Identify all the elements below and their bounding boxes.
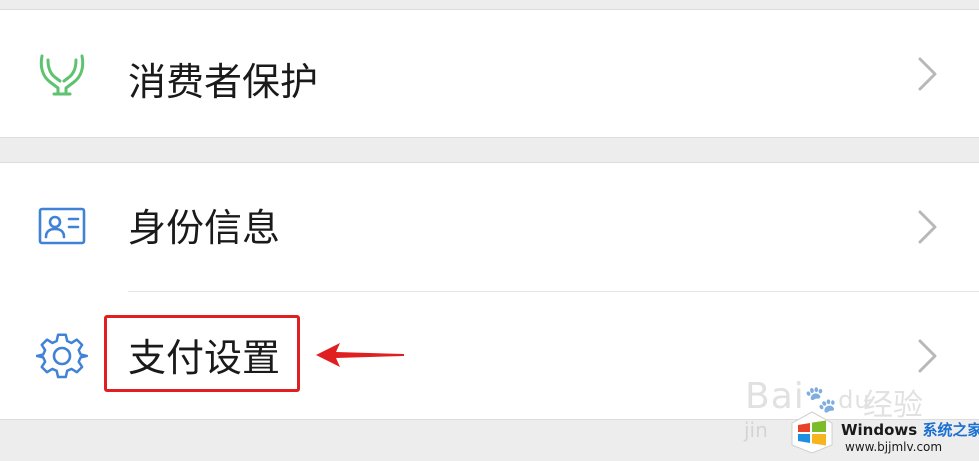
annotation-highlight-box [104, 315, 300, 392]
annotation-arrow-icon [314, 340, 406, 370]
windows-site-badge: Windows 系统之家 www.bjjmlv.com [785, 405, 979, 461]
id-card-icon [36, 201, 88, 253]
windows-logo-icon [789, 409, 835, 455]
settings-row-label: 消费者保护 [128, 60, 319, 104]
watermark-jingyan-sub: jin [744, 418, 768, 442]
chevron-right-icon [917, 338, 939, 374]
settings-row-consumer-protection[interactable]: 消费者保护 [0, 10, 979, 138]
chevron-right-icon [917, 209, 939, 245]
windows-badge-title: Windows 系统之家 [841, 421, 979, 439]
settings-group-top: 消费者保护 [0, 9, 979, 138]
settings-row-label: 身份信息 [128, 206, 281, 250]
settings-row-identity[interactable]: 身份信息 [0, 163, 979, 291]
gear-icon [36, 330, 88, 382]
windows-badge-url: www.bjjmlv.com [845, 440, 943, 454]
chevron-right-icon [917, 56, 939, 92]
hands-protect-icon [36, 48, 88, 100]
